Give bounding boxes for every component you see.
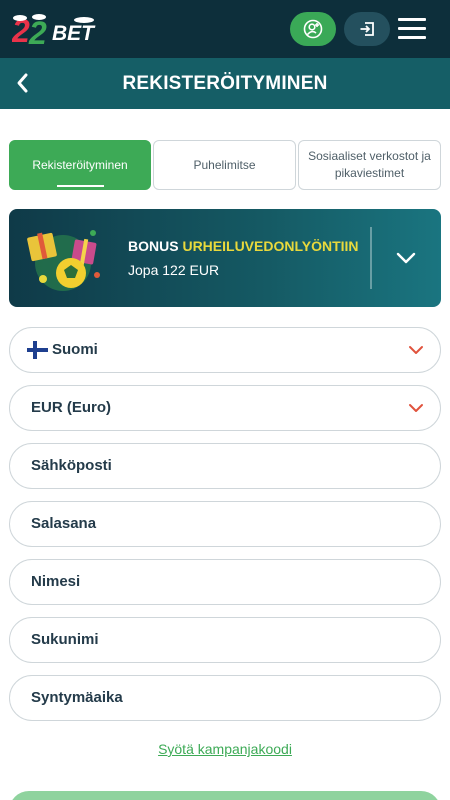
first-name-field[interactable]: Nimesi: [9, 559, 441, 605]
tab-registration[interactable]: Rekisteröityminen: [9, 140, 151, 190]
tab-label: Rekisteröityminen: [32, 157, 128, 172]
bonus-gift-icon: [27, 230, 100, 291]
password-placeholder: Salasana: [31, 515, 97, 532]
bonus-amount: Jopa 122 EUR: [128, 262, 220, 278]
first-name-placeholder: Nimesi: [31, 573, 81, 590]
chevron-down-icon: [409, 404, 423, 412]
bonus-title-prefix: BONUS: [128, 238, 179, 254]
tab-social[interactable]: Sosiaaliset verkostot ja pikaviestimet: [298, 140, 441, 190]
hamburger-menu-icon[interactable]: [396, 14, 428, 44]
bonus-title: BONUS URHEILUVEDONLYÖNTIIN: [128, 238, 359, 254]
register-button[interactable]: [9, 791, 441, 800]
birthdate-placeholder: Syntymäaika: [31, 689, 123, 706]
svg-text:2: 2: [28, 15, 47, 50]
tab-label: Puhelimitse: [193, 157, 256, 172]
login-icon: [360, 22, 374, 36]
chevron-down-icon[interactable]: [395, 247, 417, 269]
promo-code-link[interactable]: Syötä kampanjakoodi: [0, 741, 450, 757]
logo[interactable]: 2 2 BET: [12, 10, 122, 50]
country-select[interactable]: Suomi: [9, 327, 441, 373]
email-placeholder: Sähköposti: [31, 457, 112, 474]
title-bar: REKISTERÖITYMINEN: [0, 58, 450, 109]
country-value: Suomi: [52, 341, 98, 358]
last-name-placeholder: Sukunimi: [31, 631, 99, 648]
bonus-title-highlight: URHEILUVEDONLYÖNTIIN: [182, 238, 359, 254]
currency-value: EUR (Euro): [31, 399, 111, 416]
currency-select[interactable]: EUR (Euro): [9, 385, 441, 431]
page-title: REKISTERÖITYMINEN: [122, 73, 328, 94]
svg-text:BET: BET: [52, 22, 96, 45]
chevron-left-icon[interactable]: [10, 68, 40, 98]
tab-phone[interactable]: Puhelimitse: [153, 140, 296, 190]
bonus-divider: [370, 227, 372, 289]
login-button[interactable]: [344, 12, 390, 46]
last-name-field[interactable]: Sukunimi: [9, 617, 441, 663]
active-tab-indicator: [57, 185, 104, 187]
email-field[interactable]: Sähköposti: [9, 443, 441, 489]
chevron-down-icon: [409, 346, 423, 354]
birthdate-field[interactable]: Syntymäaika: [9, 675, 441, 721]
profile-button[interactable]: [290, 12, 336, 46]
user-add-icon: [303, 19, 323, 39]
finland-flag-icon: [27, 341, 48, 359]
top-bar: 2 2 BET: [0, 0, 450, 58]
tab-label: Sosiaaliset verkostot ja pikaviestimet: [308, 149, 431, 180]
password-field[interactable]: Salasana: [9, 501, 441, 547]
registration-tabs: Rekisteröityminen Puhelimitse Sosiaalise…: [9, 140, 441, 191]
bonus-banner[interactable]: BONUS URHEILUVEDONLYÖNTIIN Jopa 122 EUR: [9, 209, 441, 307]
